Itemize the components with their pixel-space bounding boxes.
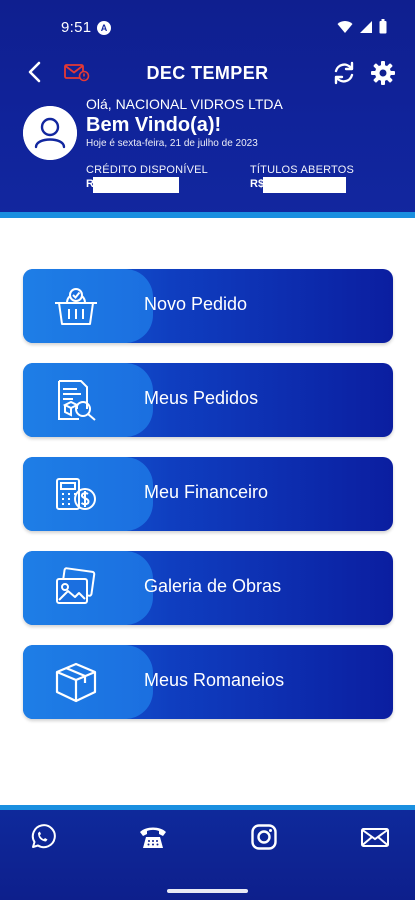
battery-icon (379, 19, 387, 34)
header: 9:51 A DEC TEMPER Olá, NACIONAL VIDROS L… (0, 0, 415, 218)
calculator-money-icon (56, 478, 96, 510)
main-menu: Novo Pedido Meus Pedidos Meu Financeiro … (23, 269, 393, 739)
whatsapp-icon[interactable] (28, 823, 56, 851)
menu-label: Meus Romaneios (144, 670, 285, 690)
titles-label: TÍTULOS ABERTOS (250, 164, 355, 176)
welcome-text: Bem Vindo(a)! (86, 114, 222, 136)
greeting-text: Olá, NACIONAL VIDROS LTDA (86, 96, 283, 112)
date-text: Hoje é sexta-feira, 21 de julho de 2023 (86, 138, 258, 149)
titles-redacted (263, 177, 346, 193)
app-screen: 9:51 A DEC TEMPER Olá, NACIONAL VIDROS L… (0, 0, 415, 900)
shopping-basket-icon (55, 288, 97, 325)
sync-icon[interactable] (331, 60, 357, 86)
signal-icon (360, 20, 372, 33)
gear-icon[interactable] (370, 60, 396, 86)
credit-redacted (93, 177, 179, 193)
bottom-accent-stripe (0, 805, 415, 810)
bottom-bar (0, 805, 415, 900)
document-search-icon (58, 380, 96, 421)
instagram-icon[interactable] (250, 823, 278, 851)
box-icon (55, 662, 97, 703)
menu-galeria-obras[interactable]: Galeria de Obras (23, 551, 393, 625)
gesture-nav-handle[interactable] (167, 889, 248, 893)
email-icon[interactable] (360, 823, 390, 851)
credit-label: CRÉDITO DISPONÍVEL (86, 164, 208, 176)
wifi-icon (337, 20, 353, 33)
menu-label: Novo Pedido (144, 294, 248, 314)
photo-gallery-icon (56, 567, 96, 604)
phone-icon[interactable] (138, 823, 168, 851)
menu-novo-pedido[interactable]: Novo Pedido (23, 269, 393, 343)
header-accent-stripe (0, 212, 415, 218)
menu-meus-romaneios[interactable]: Meus Romaneios (23, 645, 393, 719)
status-time: 9:51 (61, 19, 92, 36)
status-notification-icon: A (97, 21, 111, 35)
menu-label: Galeria de Obras (144, 576, 282, 596)
menu-meu-financeiro[interactable]: Meu Financeiro (23, 457, 393, 531)
status-bar: 9:51 A (0, 0, 415, 52)
menu-meus-pedidos[interactable]: Meus Pedidos (23, 363, 393, 437)
avatar (23, 106, 77, 160)
status-icons (337, 19, 387, 34)
menu-label: Meus Pedidos (144, 388, 259, 408)
menu-label: Meu Financeiro (144, 482, 269, 502)
top-bar: DEC TEMPER (0, 52, 415, 96)
titles-value: R$ (250, 178, 265, 190)
